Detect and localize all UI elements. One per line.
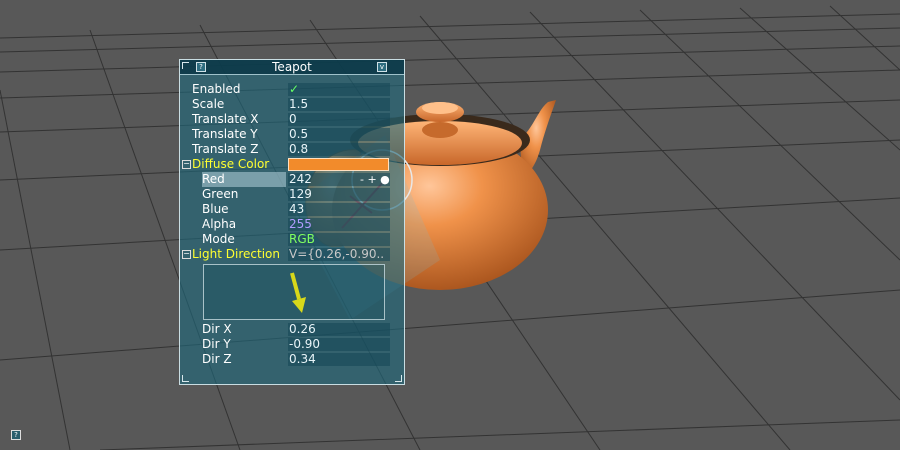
row-mode[interactable]: Mode RGB xyxy=(180,232,404,247)
row-dir-y[interactable]: Dir Y -0.90 xyxy=(180,337,404,352)
direction-arrow-widget[interactable] xyxy=(203,264,385,320)
row-dir-x[interactable]: Dir X 0.26 xyxy=(180,322,404,337)
collapse-toggle-icon[interactable]: − xyxy=(182,250,191,259)
blue-label: Blue xyxy=(202,202,229,216)
increment-decrement-buttons[interactable]: - + ● xyxy=(360,173,390,186)
translate-x-field[interactable]: 0 xyxy=(288,113,390,126)
translate-y-label: Translate Y xyxy=(192,127,258,141)
group-diffuse-color[interactable]: − Diffuse Color xyxy=(180,157,404,172)
row-translate-z[interactable]: Translate Z 0.8 xyxy=(180,142,404,157)
row-blue[interactable]: Blue 43 xyxy=(180,202,404,217)
resize-grip-bottom-right-icon[interactable] xyxy=(395,375,402,382)
tweak-bar-title[interactable]: Teapot ? v xyxy=(180,60,404,75)
light-direction-summary: V={0.26,-0.90.. xyxy=(288,248,390,261)
dir-x-label: Dir X xyxy=(202,322,232,336)
blue-field[interactable]: 43 xyxy=(288,203,390,216)
tweak-bar-title-text: Teapot xyxy=(272,60,312,74)
row-green[interactable]: Green 129 xyxy=(180,187,404,202)
minimize-icon[interactable]: v xyxy=(377,62,387,72)
light-direction-label: Light Direction xyxy=(192,247,280,261)
alpha-field[interactable]: 255 xyxy=(288,218,390,231)
row-translate-y[interactable]: Translate Y 0.5 xyxy=(180,127,404,142)
translate-z-field[interactable]: 0.8 xyxy=(288,143,390,156)
red-label: Red xyxy=(202,172,225,186)
resize-grip-top-left-icon[interactable] xyxy=(182,62,189,69)
row-enabled[interactable]: Enabled ✓ xyxy=(180,82,404,97)
row-alpha[interactable]: Alpha 255 xyxy=(180,217,404,232)
translate-y-field[interactable]: 0.5 xyxy=(288,128,390,141)
row-dir-z[interactable]: Dir Z 0.34 xyxy=(180,352,404,367)
alpha-label: Alpha xyxy=(202,217,237,231)
dir-z-label: Dir Z xyxy=(202,352,232,366)
tweak-bar-teapot[interactable]: Teapot ? v Enabled ✓ Scale 1.5 Translate… xyxy=(179,59,405,385)
direction-arrow-icon xyxy=(290,272,301,300)
scale-label: Scale xyxy=(192,97,225,111)
collapse-toggle-icon[interactable]: − xyxy=(182,160,191,169)
dir-y-field[interactable]: -0.90 xyxy=(288,338,390,351)
mode-label: Mode xyxy=(202,232,235,246)
translate-x-label: Translate X xyxy=(192,112,259,126)
global-help-icon[interactable]: ? xyxy=(11,430,21,440)
mode-field[interactable]: RGB xyxy=(288,233,390,246)
dir-z-field[interactable]: 0.34 xyxy=(288,353,390,366)
dir-x-field[interactable]: 0.26 xyxy=(288,323,390,336)
translate-z-label: Translate Z xyxy=(192,142,259,156)
scale-field[interactable]: 1.5 xyxy=(288,98,390,111)
enabled-label: Enabled xyxy=(192,82,241,96)
viewport-3d-scene[interactable] xyxy=(0,0,900,450)
help-icon[interactable]: ? xyxy=(196,62,206,72)
enabled-checkbox[interactable]: ✓ xyxy=(288,83,390,96)
group-light-direction[interactable]: − Light Direction V={0.26,-0.90.. xyxy=(180,247,404,262)
diffuse-color-label: Diffuse Color xyxy=(192,157,270,171)
arrow-head-icon xyxy=(292,297,306,313)
row-translate-x[interactable]: Translate X 0 xyxy=(180,112,404,127)
row-scale[interactable]: Scale 1.5 xyxy=(180,97,404,112)
diffuse-color-swatch[interactable] xyxy=(288,158,389,171)
resize-grip-bottom-left-icon[interactable] xyxy=(182,375,189,382)
row-red[interactable]: Red 242 - + ● xyxy=(180,172,404,187)
green-label: Green xyxy=(202,187,239,201)
green-field[interactable]: 129 xyxy=(288,188,390,201)
dir-y-label: Dir Y xyxy=(202,337,231,351)
